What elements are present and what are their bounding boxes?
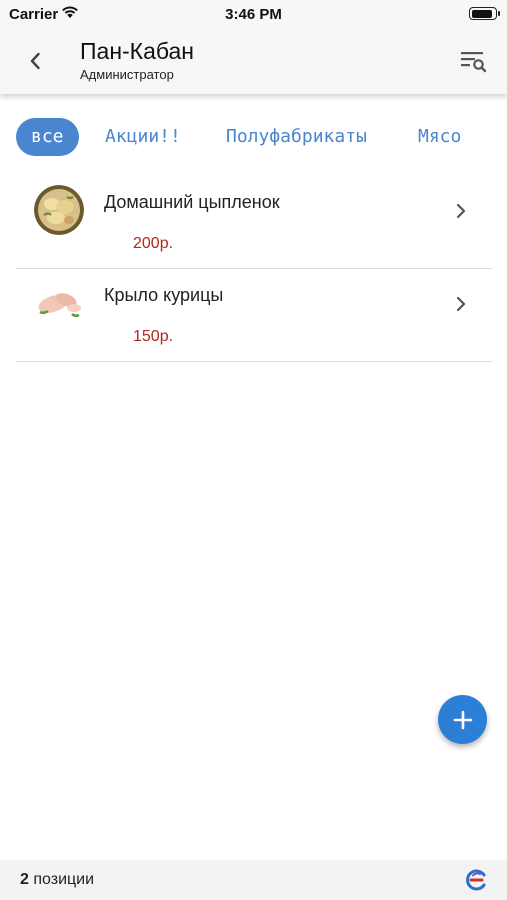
chevron-right-icon [456, 203, 466, 219]
product-name: Крыло курицы [104, 285, 224, 305]
tab-all[interactable]: все [16, 118, 79, 156]
raw-chicken-wing-photo [34, 278, 84, 328]
footer-bar: 2 позиции [0, 860, 507, 900]
items-count: 2 позиции [20, 871, 94, 889]
page-title: Пан-Кабан [80, 38, 195, 64]
list-item[interactable]: Крыло курицы 150р. [16, 269, 492, 362]
app-logo-icon [466, 869, 486, 891]
product-name: Домашний цыпленок [104, 192, 280, 212]
clock: 3:46 PM [225, 6, 282, 23]
product-price: 200р. [133, 235, 174, 252]
tab-semi-finished[interactable]: Полуфабрикаты [226, 118, 367, 156]
user-role: Администратор [80, 67, 174, 82]
add-product-button[interactable] [438, 695, 487, 744]
filter-search-button[interactable] [459, 47, 487, 75]
app-header: Пан-Кабан Администратор [0, 28, 507, 94]
category-tabs: все Акции!! Полуфабрикаты Мясо [0, 118, 507, 158]
battery-icon [469, 7, 500, 20]
tab-meat[interactable]: Мясо [418, 118, 461, 156]
product-list: Домашний цыпленок 200р. Крыло курицы 150… [16, 176, 492, 362]
cooked-chicken-photo [34, 185, 84, 235]
tab-promotions[interactable]: Акции!! [105, 118, 181, 156]
items-count-label: позиции [33, 871, 95, 888]
items-count-number: 2 [20, 871, 29, 888]
back-button[interactable] [22, 48, 48, 74]
product-price: 150р. [133, 328, 174, 345]
chevron-left-icon [30, 52, 40, 70]
chevron-right-icon [456, 296, 466, 312]
plus-icon [453, 710, 472, 729]
status-bar: Carrier 3:46 PM [0, 0, 507, 28]
filter-search-icon [461, 52, 487, 73]
list-item[interactable]: Домашний цыпленок 200р. [16, 176, 492, 269]
battery-level [471, 9, 492, 18]
